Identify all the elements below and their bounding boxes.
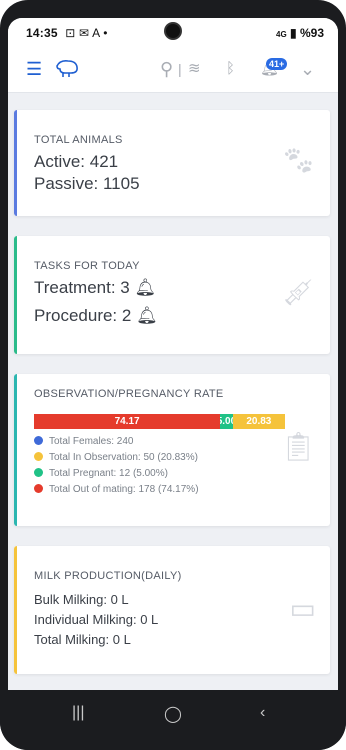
- status-bar: 14:35 ⊡ ✉ A • 4G ▮ %93: [8, 18, 338, 48]
- clipboard-icon: 📋︎: [280, 431, 316, 462]
- home-icon[interactable]: ◯: [164, 704, 182, 724]
- legend-dot: [34, 468, 43, 477]
- network-label: 4G: [276, 30, 287, 39]
- recent-apps-icon[interactable]: |||: [72, 704, 84, 722]
- bulk-milking: Bulk Milking: 0 L: [34, 592, 129, 607]
- cow-logo-icon[interactable]: [54, 56, 80, 83]
- syringe-icon: 💉︎: [280, 277, 316, 308]
- rate-bar: 74.17 5.00 20.83: [34, 414, 285, 429]
- dashboard-content: TOTAL ANIMALS Active: 421 Passive: 1105 …: [8, 98, 338, 698]
- wifi-icon[interactable]: ≋: [188, 60, 201, 78]
- bar-segment-pregnant: 5.00: [220, 414, 233, 429]
- divider: |: [178, 61, 182, 77]
- bell-icon: 🔔︎: [134, 278, 157, 297]
- individual-milking: Individual Milking: 0 L: [34, 612, 159, 627]
- card-accent: [14, 374, 17, 526]
- back-icon[interactable]: ‹: [260, 704, 265, 722]
- phone-frame: 14:35 ⊡ ✉ A • 4G ▮ %93 ☰ ⚲ | ≋ ᛒ 🔔︎ 41+ …: [0, 0, 346, 750]
- legend-item: Total Pregnant: 12 (5.00%): [34, 468, 168, 479]
- card-tasks[interactable]: TASKS FOR TODAY Treatment: 3 🔔︎ Procedur…: [14, 236, 330, 354]
- paw-icon: 🐾︎: [280, 145, 316, 176]
- card-accent: [14, 110, 17, 216]
- app-bar: ☰ ⚲ | ≋ ᛒ 🔔︎ 41+ ⌄: [8, 48, 338, 93]
- milk-tank-icon: ▭: [289, 593, 316, 624]
- card-observation[interactable]: OBSERVATION/PREGNANCY RATE 74.17 5.00 20…: [14, 374, 330, 526]
- legend-item: Total Females: 240: [34, 436, 134, 447]
- card-accent: [14, 236, 17, 354]
- card-total-animals[interactable]: TOTAL ANIMALS Active: 421 Passive: 1105 …: [14, 110, 330, 216]
- menu-icon[interactable]: ☰: [26, 60, 42, 78]
- card-title: TOTAL ANIMALS: [34, 134, 123, 146]
- total-milking: Total Milking: 0 L: [34, 632, 131, 647]
- legend-dot: [34, 484, 43, 493]
- front-camera: [166, 24, 180, 38]
- card-title: TASKS FOR TODAY: [34, 260, 140, 272]
- bluetooth-icon[interactable]: ᛒ: [226, 60, 235, 78]
- treatment-count: Treatment: 3: [34, 278, 130, 297]
- legend-dot: [34, 436, 43, 445]
- notification-badge: 41+: [266, 58, 288, 70]
- card-milk-production[interactable]: MILK PRODUCTION(DAILY) Bulk Milking: 0 L…: [14, 546, 330, 674]
- bar-segment-out-of-mating: 74.17: [34, 414, 221, 429]
- battery-label: %93: [299, 26, 324, 40]
- status-icons: ⊡ ✉ A •: [65, 26, 108, 40]
- signal-icon: ▮: [290, 26, 297, 40]
- system-nav-bar: ||| ◯ ‹: [0, 690, 346, 750]
- card-accent: [14, 546, 17, 674]
- procedure-count: Procedure: 2: [34, 306, 132, 325]
- search-icon[interactable]: ⚲: [160, 60, 173, 78]
- screen: 14:35 ⊡ ✉ A • 4G ▮ %93 ☰ ⚲ | ≋ ᛒ 🔔︎ 41+ …: [8, 18, 338, 730]
- legend-dot: [34, 452, 43, 461]
- card-title: MILK PRODUCTION(DAILY): [34, 570, 182, 582]
- legend-item: Total Out of mating: 178 (74.17%): [34, 484, 199, 495]
- bell-icon: 🔔︎: [136, 306, 158, 325]
- passive-count: Passive: 1105: [34, 174, 140, 193]
- active-count: Active: 421: [34, 152, 119, 171]
- legend-item: Total In Observation: 50 (20.83%): [34, 452, 198, 463]
- card-title: OBSERVATION/PREGNANCY RATE: [34, 388, 224, 400]
- clock: 14:35: [26, 26, 58, 40]
- chevron-down-icon[interactable]: ⌄: [300, 60, 315, 78]
- bar-segment-observation: 20.83: [232, 414, 285, 429]
